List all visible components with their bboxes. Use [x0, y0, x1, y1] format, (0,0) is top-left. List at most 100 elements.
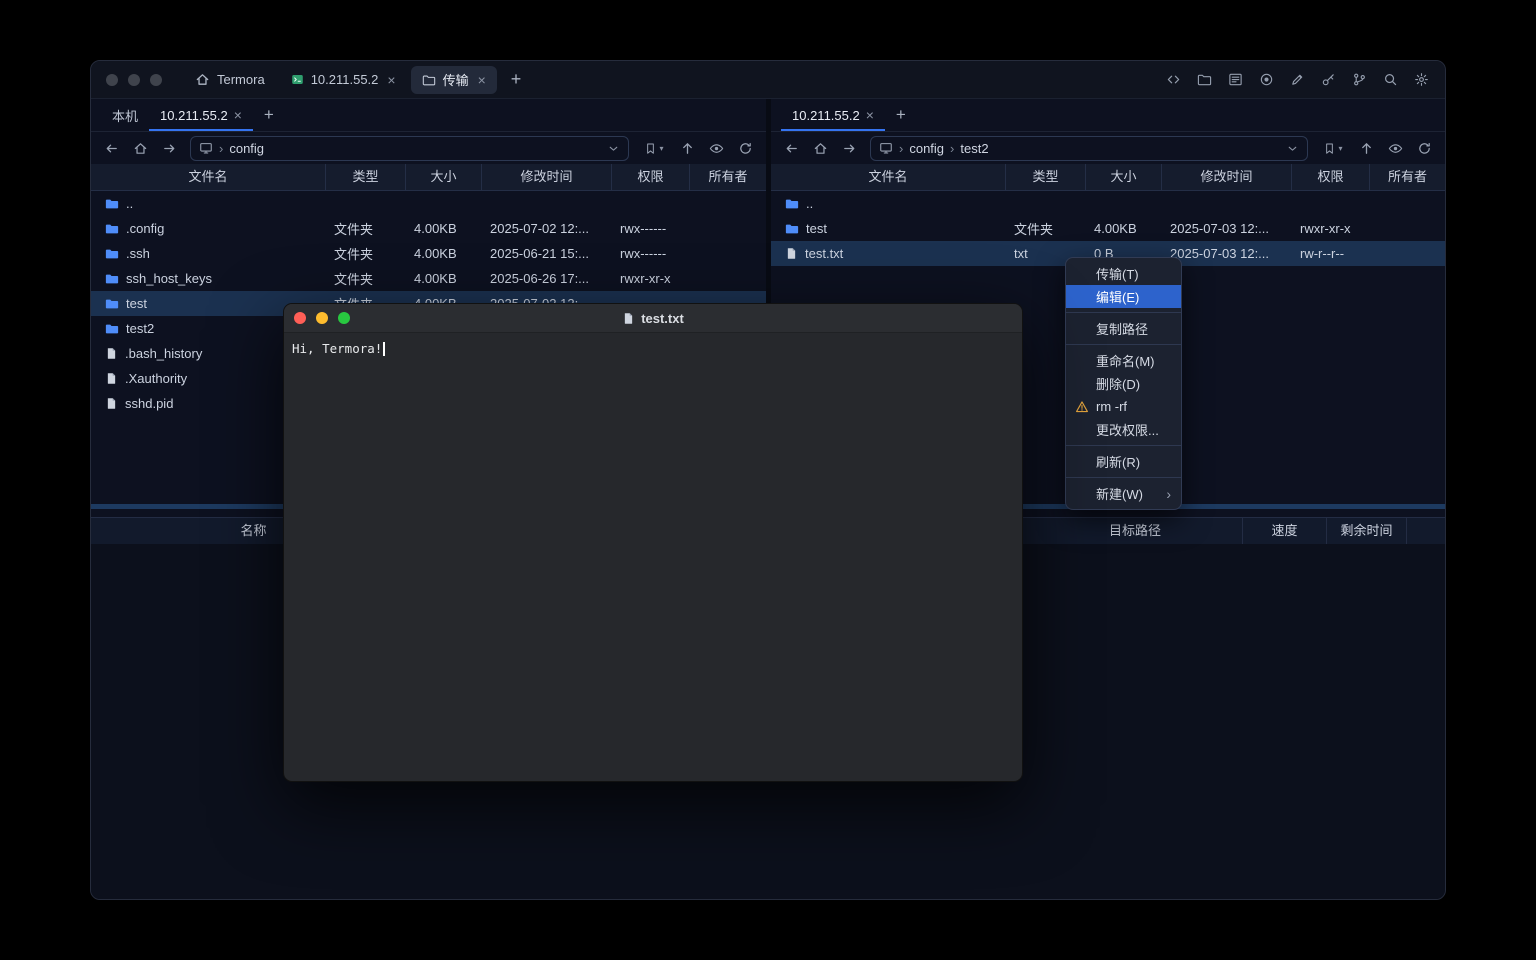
file-perm: rw-r--r-- [1292, 246, 1370, 261]
refresh-button[interactable] [733, 136, 758, 160]
chevron-down-icon[interactable] [607, 142, 620, 155]
minimize-window-button[interactable] [128, 74, 140, 86]
chevron-down-icon[interactable] [1286, 142, 1299, 155]
titlebar-actions [1161, 68, 1433, 92]
column-header-perm[interactable]: 权限 [1292, 164, 1370, 190]
zoom-window-button[interactable] [150, 74, 162, 86]
column-header-owner[interactable]: 所有者 [690, 164, 766, 190]
path-segment[interactable]: config [229, 141, 264, 156]
show-hidden-files-button[interactable] [704, 136, 729, 160]
new-panel-tab-button[interactable]: + [253, 99, 285, 131]
bookmark-button[interactable]: ▾ [1316, 136, 1350, 160]
bookmark-button[interactable]: ▾ [637, 136, 671, 160]
panel-tab-remote[interactable]: 10.211.55.2 × [149, 99, 253, 131]
menu-item-rm-rf[interactable]: rm -rf [1066, 395, 1181, 418]
record-icon[interactable] [1254, 68, 1278, 92]
column-header-size[interactable]: 大小 [1086, 164, 1162, 190]
file-name-cell: ssh_host_keys [91, 271, 326, 286]
new-panel-tab-button[interactable]: + [885, 99, 917, 131]
file-row-config[interactable]: .config 文件夹4.00KB2025-07-02 12:...rwx---… [91, 216, 766, 241]
tab-ssh-host[interactable]: 10.211.55.2 × [280, 66, 407, 94]
column-header-remaining-time[interactable]: 剩余时间 [1327, 518, 1407, 544]
folder-icon[interactable] [1192, 68, 1216, 92]
upload-button[interactable] [675, 136, 700, 160]
file-row-up[interactable]: .. [91, 191, 766, 216]
editor-titlebar[interactable]: test.txt [284, 304, 1022, 333]
file-row-up[interactable]: .. [771, 191, 1445, 216]
close-window-button[interactable] [106, 74, 118, 86]
column-header-filename[interactable]: 文件名 [771, 164, 1006, 190]
path-segment[interactable]: test2 [960, 141, 988, 156]
menu-item-refresh[interactable]: 刷新(R) [1066, 450, 1181, 473]
file-row-ssh[interactable]: .ssh 文件夹4.00KB2025-06-21 15:...rwx------ [91, 241, 766, 266]
warning-icon [1075, 400, 1089, 414]
home-button[interactable] [808, 136, 833, 160]
column-header-owner[interactable]: 所有者 [1370, 164, 1445, 190]
show-hidden-files-button[interactable] [1383, 136, 1408, 160]
back-button[interactable] [99, 136, 124, 160]
panel-tab-local[interactable]: 本机 [101, 99, 149, 131]
caret-down-icon: ▾ [1338, 144, 1342, 153]
column-header-mtime[interactable]: 修改时间 [1162, 164, 1292, 190]
file-name: test.txt [805, 246, 843, 261]
panel-tab-label: 10.211.55.2 [792, 108, 860, 123]
close-button[interactable] [294, 312, 306, 324]
menu-item-label: 删除(D) [1096, 374, 1140, 393]
editor-content[interactable]: Hi, Termora! [284, 333, 1022, 364]
new-tab-button[interactable]: + [501, 69, 532, 90]
close-tab-icon[interactable]: × [478, 73, 486, 87]
column-header-size[interactable]: 大小 [406, 164, 482, 190]
column-header-filename[interactable]: 文件名 [91, 164, 326, 190]
terminal-icon [291, 73, 304, 86]
menu-item-transfer[interactable]: 传输(T) [1066, 262, 1181, 285]
close-tab-icon[interactable]: × [387, 73, 395, 87]
menu-item-copy-path[interactable]: 复制路径 [1066, 317, 1181, 340]
computer-icon [879, 141, 893, 155]
column-header-perm[interactable]: 权限 [612, 164, 690, 190]
path-segment[interactable]: config [909, 141, 944, 156]
menu-item-change-permissions[interactable]: 更改权限... [1066, 418, 1181, 441]
path-bar[interactable]: › config [190, 136, 629, 161]
file-row-ssh-host-keys[interactable]: ssh_host_keys 文件夹4.00KB2025-06-26 17:...… [91, 266, 766, 291]
tab-termora[interactable]: Termora [184, 66, 276, 94]
file-icon [785, 247, 798, 260]
branch-icon[interactable] [1347, 68, 1371, 92]
folder-icon [785, 197, 799, 211]
column-header-type[interactable]: 类型 [1006, 164, 1086, 190]
close-tab-icon[interactable]: × [866, 108, 874, 122]
folder-icon [105, 247, 119, 261]
menu-separator [1066, 344, 1181, 345]
column-header-target-path[interactable]: 目标路径 [1028, 518, 1243, 544]
refresh-button[interactable] [1412, 136, 1437, 160]
file-name-cell: test [771, 221, 1006, 236]
column-header-speed[interactable]: 速度 [1243, 518, 1327, 544]
home-button[interactable] [128, 136, 153, 160]
maximize-button[interactable] [338, 312, 350, 324]
code-icon[interactable] [1161, 68, 1185, 92]
column-header-mtime[interactable]: 修改时间 [482, 164, 612, 190]
search-icon[interactable] [1378, 68, 1402, 92]
column-header-type[interactable]: 类型 [326, 164, 406, 190]
tab-transfer[interactable]: 传输 × [411, 66, 497, 94]
minimize-button[interactable] [316, 312, 328, 324]
settings-icon[interactable] [1409, 68, 1433, 92]
upload-button[interactable] [1354, 136, 1379, 160]
back-button[interactable] [779, 136, 804, 160]
feed-icon[interactable] [1223, 68, 1247, 92]
forward-button[interactable] [157, 136, 182, 160]
file-size: 4.00KB [406, 271, 482, 286]
file-perm: rwx------ [612, 221, 690, 236]
forward-button[interactable] [837, 136, 862, 160]
menu-item-rename[interactable]: 重命名(M) [1066, 349, 1181, 372]
menu-item-edit[interactable]: 编辑(E) [1066, 285, 1181, 308]
panel-tab-remote[interactable]: 10.211.55.2 × [781, 99, 885, 131]
file-row-test[interactable]: test 文件夹4.00KB2025-07-03 12:...rwxr-xr-x [771, 216, 1445, 241]
file-name-cell: .. [91, 196, 326, 211]
key-icon[interactable] [1316, 68, 1340, 92]
pencil-icon[interactable] [1285, 68, 1309, 92]
file-name: test [806, 221, 827, 236]
path-bar[interactable]: › config › test2 [870, 136, 1308, 161]
menu-item-delete[interactable]: 删除(D) [1066, 372, 1181, 395]
close-tab-icon[interactable]: × [234, 108, 242, 122]
menu-item-new[interactable]: 新建(W)› [1066, 482, 1181, 505]
